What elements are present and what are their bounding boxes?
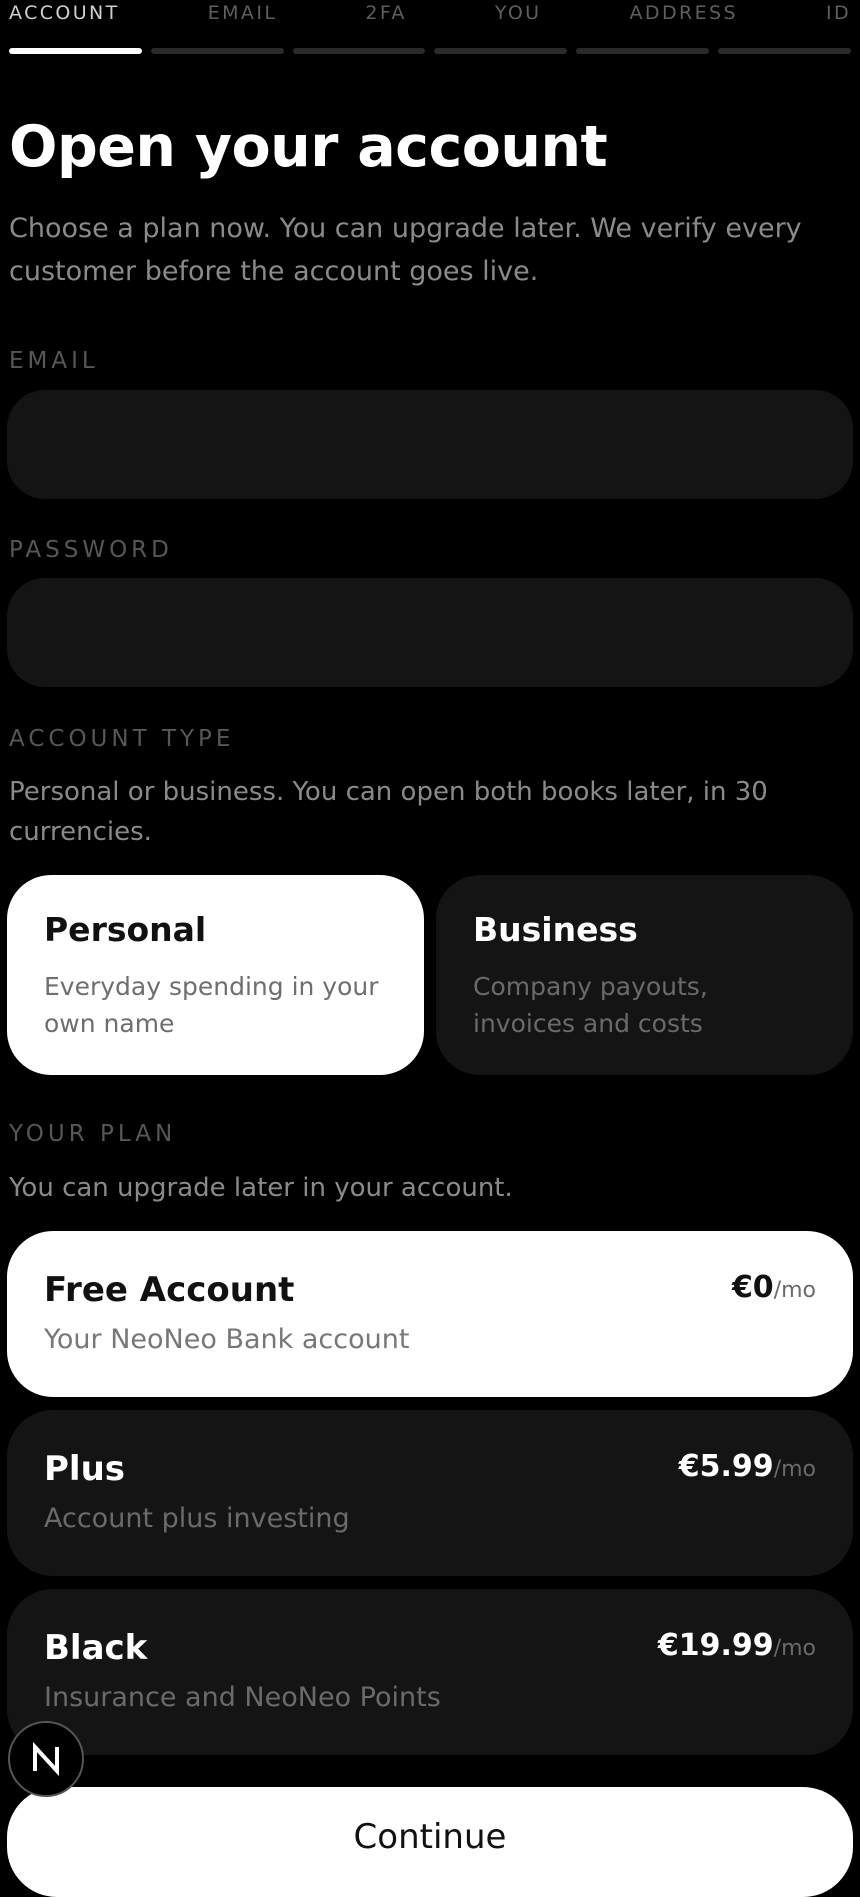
email-label: EMAIL xyxy=(9,348,99,374)
step-you[interactable]: YOU xyxy=(495,0,542,34)
step-bar-2fa xyxy=(292,48,426,54)
account-type-helper: Personal or business. You can open both … xyxy=(9,777,768,847)
account-type-business[interactable]: Business Company payouts, invoices and c… xyxy=(436,875,853,1075)
step-bars xyxy=(9,48,851,54)
plan-free-amount: €0 xyxy=(731,1270,774,1305)
step-labels: ACCOUNT EMAIL 2FA YOU ADDRESS ID xyxy=(9,0,851,34)
plan-option-black[interactable]: Black Insurance and NeoNeo Points €19.99… xyxy=(7,1589,853,1755)
step-bar-email xyxy=(150,48,284,54)
step-progress: ACCOUNT EMAIL 2FA YOU ADDRESS ID xyxy=(9,0,851,54)
continue-button[interactable]: Continue xyxy=(7,1787,853,1897)
plan-option-plus[interactable]: Plus Account plus investing €5.99/mo xyxy=(7,1410,853,1576)
plan-option-free[interactable]: Free Account Your NeoNeo Bank account €0… xyxy=(7,1231,853,1397)
plan-plus-price: €5.99/mo xyxy=(679,1452,816,1482)
step-2fa[interactable]: 2FA xyxy=(365,0,406,34)
plan-free-price: €0/mo xyxy=(732,1273,816,1303)
step-bar-address xyxy=(576,48,710,54)
account-type-personal-name: Personal xyxy=(44,910,207,949)
plan-black-amount: €19.99 xyxy=(657,1628,774,1663)
plan-helper: You can upgrade later in your account. xyxy=(9,1173,513,1203)
plan-plus-period: /mo xyxy=(773,1457,816,1482)
email-field[interactable] xyxy=(7,390,853,499)
plan-plus-name: Plus xyxy=(44,1449,126,1489)
account-type-label: ACCOUNT TYPE xyxy=(9,726,235,752)
step-bar-id xyxy=(718,48,851,54)
plan-label: YOUR PLAN xyxy=(9,1121,177,1147)
step-address[interactable]: ADDRESS xyxy=(630,0,738,34)
plan-free-name: Free Account xyxy=(44,1270,295,1310)
plan-plus-amount: €5.99 xyxy=(678,1449,774,1484)
n-logo-button[interactable] xyxy=(8,1721,84,1797)
account-type-business-name: Business xyxy=(473,910,638,949)
step-account[interactable]: ACCOUNT xyxy=(9,0,120,34)
n-logo-icon xyxy=(33,1742,59,1776)
password-label: PASSWORD xyxy=(9,537,173,563)
plan-black-period: /mo xyxy=(773,1636,816,1661)
plan-free-desc: Your NeoNeo Bank account xyxy=(44,1324,410,1355)
plan-black-name: Black xyxy=(44,1628,148,1668)
password-field[interactable] xyxy=(7,578,853,687)
page-subtitle: Choose a plan now. You can upgrade later… xyxy=(9,213,802,287)
plan-free-period: /mo xyxy=(773,1278,816,1303)
plan-plus-desc: Account plus investing xyxy=(44,1503,350,1534)
plan-black-price: €19.99/mo xyxy=(658,1631,816,1661)
account-type-business-desc: Company payouts, invoices and costs xyxy=(473,972,708,1038)
page-title: Open your account xyxy=(9,114,608,180)
step-id[interactable]: ID xyxy=(826,0,851,34)
step-bar-account xyxy=(9,48,142,54)
account-type-personal-desc: Everyday spending in your own name xyxy=(44,972,379,1038)
account-type-personal[interactable]: Personal Everyday spending in your own n… xyxy=(7,875,424,1075)
plan-black-desc: Insurance and NeoNeo Points xyxy=(44,1682,441,1713)
step-email[interactable]: EMAIL xyxy=(208,0,278,34)
step-bar-you xyxy=(434,48,568,54)
